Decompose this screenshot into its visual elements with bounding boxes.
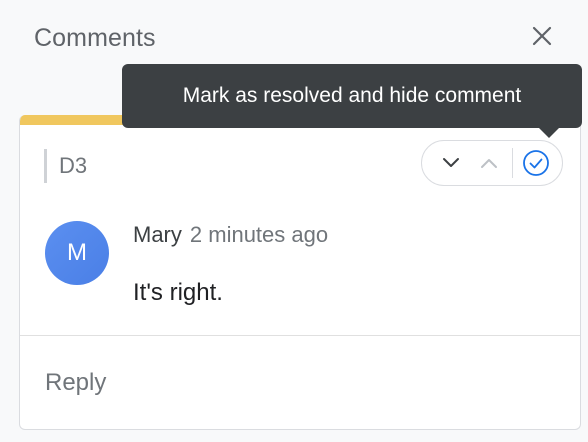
chevron-up-icon [481, 159, 497, 168]
actions-separator [512, 148, 513, 178]
author-line: Mary 2 minutes ago [133, 222, 328, 248]
divider [20, 335, 580, 336]
author-name: Mary [133, 222, 182, 247]
tooltip-arrow [538, 127, 560, 138]
panel-title: Comments [34, 24, 156, 52]
chevron-down-icon [443, 158, 459, 167]
comment-timestamp: 2 minutes ago [189, 222, 329, 247]
check-circle-icon [523, 150, 549, 176]
cell-reference[interactable]: D3 [44, 149, 87, 183]
comment-actions [421, 140, 563, 186]
comment-card: D3 M Mary 2 minutes ago It's right. Repl… [19, 115, 581, 430]
reply-input[interactable] [45, 365, 545, 401]
close-button[interactable] [526, 20, 558, 52]
resolve-tooltip: Mark as resolved and hide comment [122, 64, 582, 128]
comments-panel: Comments D3 M Mary 2 minutes ago It's ri… [0, 0, 588, 442]
comment-text: It's right. [133, 279, 223, 306]
avatar: M [45, 221, 109, 285]
next-comment-button[interactable] [432, 144, 470, 182]
previous-comment-button[interactable] [470, 144, 508, 182]
close-icon [532, 26, 552, 46]
resolve-comment-button[interactable] [517, 144, 555, 182]
